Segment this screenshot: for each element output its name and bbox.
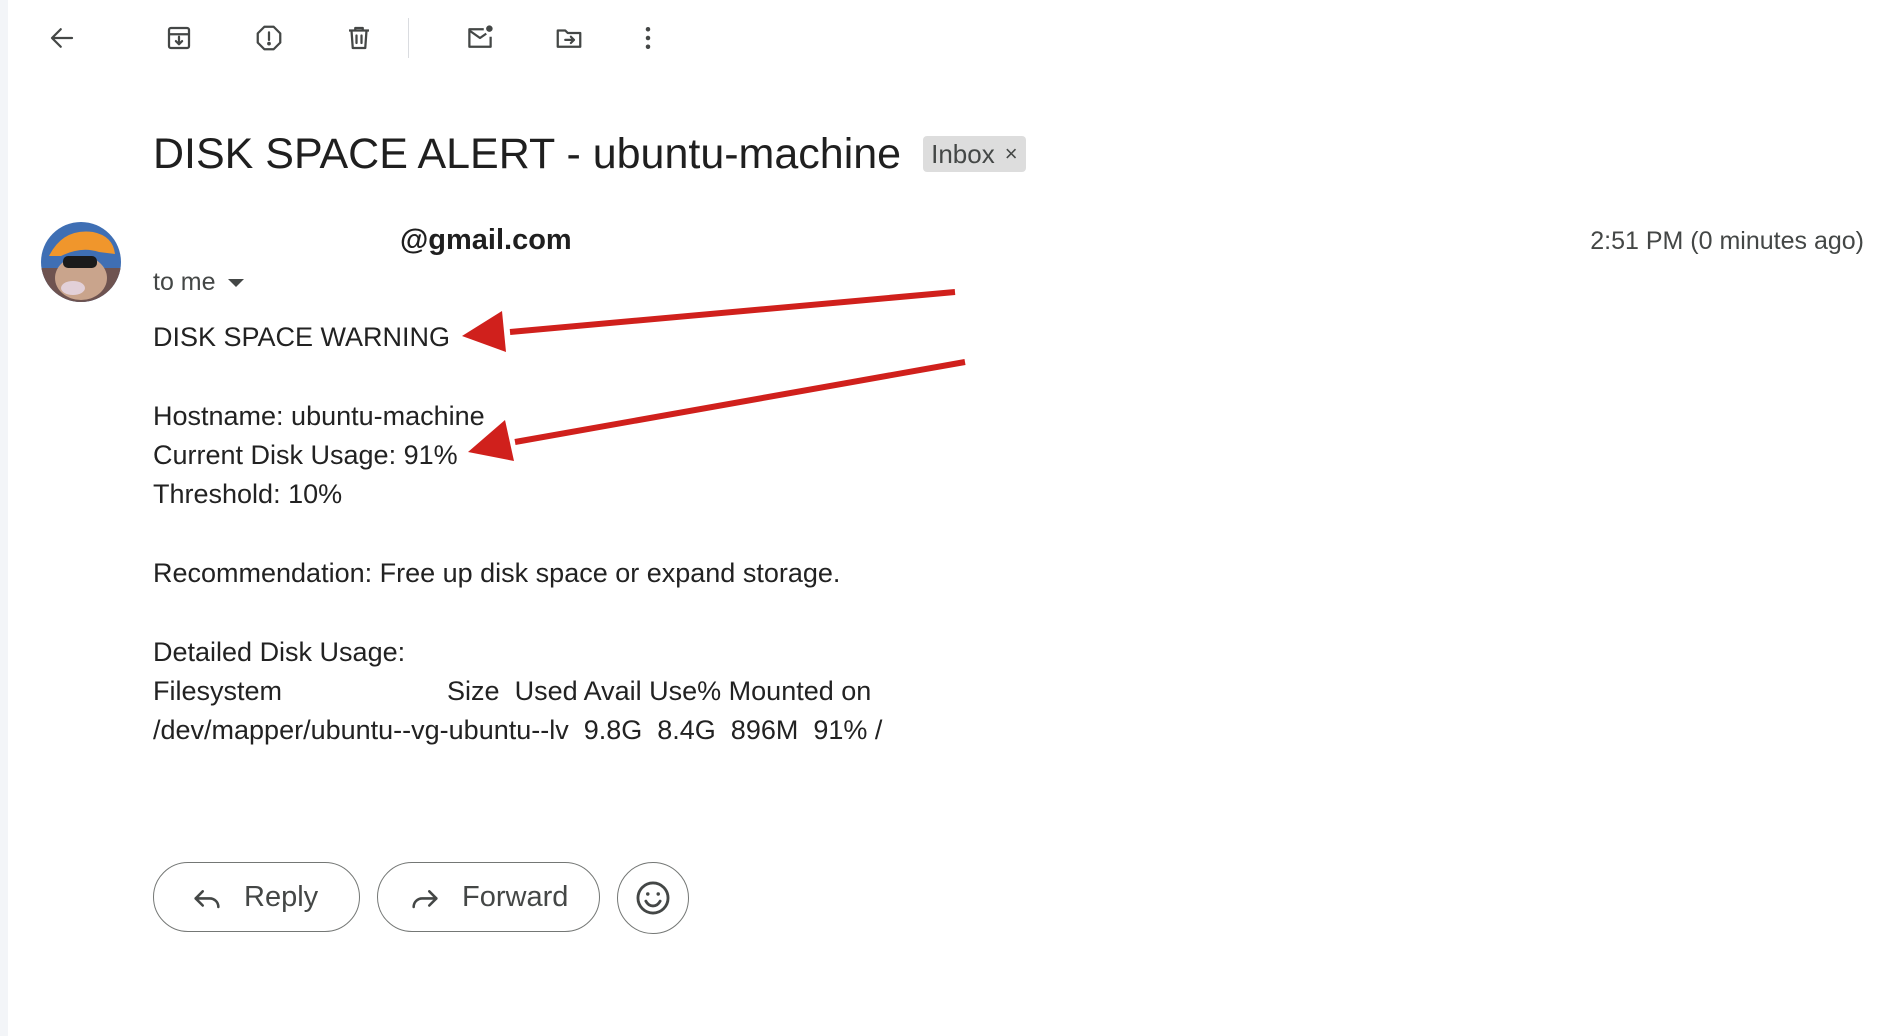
emoji-reaction-button[interactable] (617, 862, 689, 934)
left-edge-strip (0, 0, 8, 1036)
annotation-arrow (462, 289, 956, 352)
forward-button[interactable]: Forward (377, 862, 600, 932)
body-detail-heading: Detailed Disk Usage: (153, 637, 406, 667)
body-heading: DISK SPACE WARNING (153, 322, 451, 352)
email-timestamp: 2:51 PM (0 minutes ago) (1590, 227, 1864, 255)
body-disk-usage: Current Disk Usage: 91% (153, 440, 458, 470)
recipient-label: to me (153, 268, 216, 296)
annotation-arrow (468, 359, 966, 461)
body-table-row: /dev/mapper/ubuntu--vg-ubuntu--lv 9.8G 8… (153, 715, 883, 745)
recipient-details-toggle[interactable]: to me (153, 268, 244, 297)
avatar[interactable] (41, 222, 121, 302)
mark-unread-icon[interactable] (456, 14, 504, 62)
more-vert-icon[interactable] (624, 14, 672, 62)
body-table-header: Filesystem Size Used Avail Use% Mounted … (153, 676, 872, 706)
report-spam-icon[interactable] (245, 14, 293, 62)
body-threshold: Threshold: 10% (153, 479, 343, 509)
reply-icon (194, 890, 220, 909)
archive-icon[interactable] (155, 14, 203, 62)
forward-label: Forward (462, 880, 569, 913)
move-to-icon[interactable] (545, 14, 593, 62)
label-name: Inbox (931, 138, 995, 169)
sender-email: @gmail.com (400, 224, 572, 256)
back-arrow-icon[interactable] (38, 14, 86, 62)
subject-row: DISK SPACE ALERT - ubuntu-machine Inbox … (153, 128, 1026, 180)
toolbar-divider (408, 18, 409, 58)
reply-button[interactable]: Reply (153, 862, 360, 932)
emoji-smile-icon (636, 881, 670, 915)
reply-label: Reply (244, 880, 319, 913)
inbox-label-chip[interactable]: Inbox × (923, 136, 1026, 172)
forward-icon (412, 890, 438, 909)
remove-label-icon[interactable]: × (1005, 141, 1018, 167)
body-hostname: Hostname: ubuntu-machine (153, 401, 485, 431)
caret-down-icon (227, 278, 244, 287)
email-subject: DISK SPACE ALERT - ubuntu-machine (153, 129, 902, 178)
delete-icon[interactable] (335, 14, 383, 62)
email-view: DISK SPACE ALERT - ubuntu-machine Inbox … (0, 0, 1882, 1036)
body-recommendation: Recommendation: Free up disk space or ex… (153, 558, 841, 588)
